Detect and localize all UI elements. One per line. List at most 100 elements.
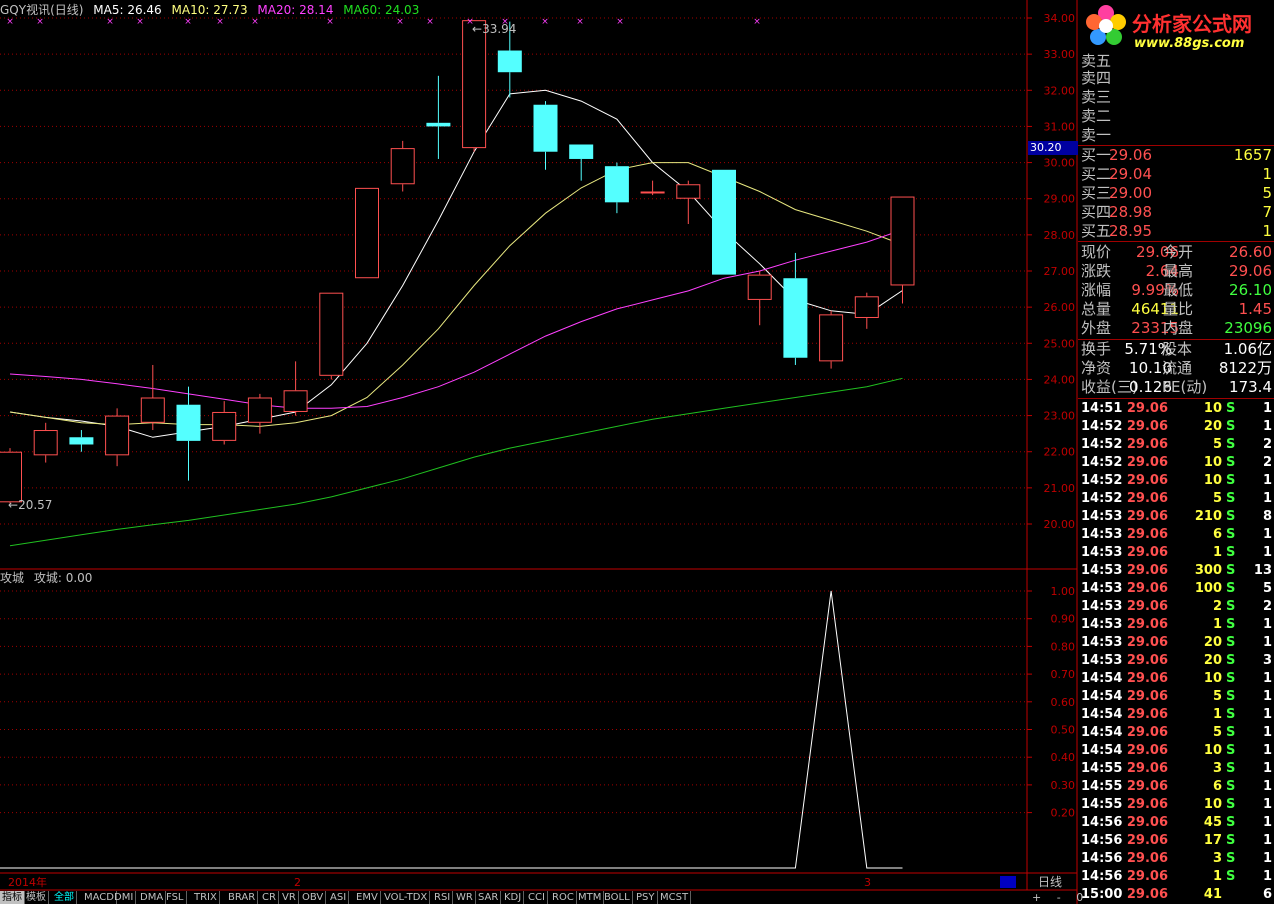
tick-row: 14:53 29.06 20 S 3 (1078, 652, 1274, 670)
candle (355, 187, 379, 279)
tick-count: 1 (1262, 545, 1272, 560)
candle (283, 361, 308, 416)
tab-指标[interactable]: 指标 (0, 891, 25, 904)
candle (33, 422, 58, 463)
tab-kdj[interactable]: KDJ (502, 891, 525, 904)
tick-price: 29.06 (1126, 833, 1168, 848)
tick-time: 14:56 (1081, 851, 1123, 866)
tick-flag: S (1226, 761, 1236, 776)
zoom-in-button[interactable]: + (1032, 891, 1041, 904)
tick-count: 1 (1262, 815, 1272, 830)
tick-volume: 3 (1212, 761, 1222, 776)
tick-flag: S (1226, 851, 1236, 866)
zoom-reset-button[interactable]: 0 (1076, 891, 1083, 904)
stat-row: 外盘 23315 内盘 23096 (1078, 319, 1274, 338)
tick-volume: 5 (1212, 725, 1222, 740)
signal-marker: × (753, 17, 761, 27)
candle-body (140, 397, 165, 423)
fundamental-label: 净资 (1081, 359, 1112, 377)
tick-volume: 41 (1203, 887, 1222, 902)
tick-row: 14:53 29.06 300 S 13 (1078, 562, 1274, 580)
buy-row: 买五 28.95 1 (1078, 222, 1274, 241)
candle-body (854, 296, 879, 318)
tab-asi[interactable]: ASI (328, 891, 350, 904)
tick-row: 14:56 29.06 3 S 1 (1078, 850, 1274, 868)
tab-mtm[interactable]: MTM (576, 891, 605, 904)
tab-rsi[interactable]: RSI (432, 891, 454, 904)
tick-time: 14:53 (1081, 527, 1123, 542)
tick-row: 14:55 29.06 10 S 1 (1078, 796, 1274, 814)
tick-row: 15:00 29.06 41 6 (1078, 886, 1274, 904)
tab-sar[interactable]: SAR (476, 891, 502, 904)
tick-count: 1 (1262, 797, 1272, 812)
stock-title: GQY视讯(日线) (0, 3, 84, 17)
stat-label: 外盘 (1081, 319, 1112, 337)
tick-volume: 1 (1212, 707, 1222, 722)
tab-mcst[interactable]: MCST (658, 891, 692, 904)
scroll-marker[interactable] (1000, 876, 1016, 888)
candle-body (783, 278, 808, 358)
tab-模板[interactable]: 模板 (24, 891, 49, 904)
candle-body (212, 411, 237, 441)
buy-row: 买一 29.06 1657 (1078, 146, 1274, 165)
tab-obv[interactable]: OBV (300, 891, 327, 904)
tab-psy[interactable]: PSY (634, 891, 658, 904)
fundamental-label: PE(动) (1162, 378, 1208, 396)
buy-volume: 1 (1262, 222, 1272, 240)
tick-volume: 5 (1212, 437, 1222, 452)
x-label-feb: 2 (294, 876, 301, 889)
indicator-tick-label: 0.50 (1051, 724, 1076, 737)
tab-dma[interactable]: DMA (138, 891, 167, 904)
tab-fsl[interactable]: FSL (164, 891, 187, 904)
fundamental-label: 流通 (1162, 359, 1193, 377)
tick-count: 6 (1262, 887, 1272, 902)
tick-volume: 300 (1194, 563, 1222, 578)
fundamental-label: 股本 (1162, 340, 1193, 358)
tick-price: 29.06 (1126, 473, 1168, 488)
timeframe-label[interactable]: 日线 (1038, 875, 1062, 889)
tick-count: 1 (1262, 617, 1272, 632)
signal-marker: × (396, 17, 404, 27)
tick-row: 14:52 29.06 5 S 1 (1078, 490, 1274, 508)
y-tick-label: 29.00 (1044, 193, 1076, 206)
tab-vr[interactable]: VR (280, 891, 299, 904)
tab-cr[interactable]: CR (260, 891, 279, 904)
panel-divider (1078, 398, 1274, 399)
tick-price: 29.06 (1126, 437, 1168, 452)
tab-vol-tdx[interactable]: VOL-TDX (382, 891, 431, 904)
high-annotation: ←33.94 (472, 22, 517, 36)
tick-volume: 17 (1203, 833, 1222, 848)
tab-roc[interactable]: ROC (550, 891, 577, 904)
tab-trix[interactable]: TRIX (192, 891, 220, 904)
tick-row: 14:53 29.06 210 S 8 (1078, 508, 1274, 526)
ma-line-ma20 (9, 229, 903, 409)
tick-time: 14:53 (1081, 653, 1123, 668)
fundamental-label: 换手 (1081, 340, 1112, 358)
tab-cci[interactable]: CCI (526, 891, 548, 904)
tick-volume: 20 (1203, 635, 1222, 650)
tick-price: 29.06 (1126, 671, 1168, 686)
tick-volume: 2 (1212, 599, 1222, 614)
zoom-out-button[interactable]: - (1057, 891, 1061, 904)
sell1-row: 卖一 (1081, 126, 1112, 144)
fundamental-row: 收益(三) 0.126 PE(动) 173.4 (1078, 378, 1274, 397)
tick-time: 14:53 (1081, 617, 1123, 632)
tick-count: 1 (1262, 491, 1272, 506)
signal-marker: × (541, 17, 549, 27)
buy-volume: 7 (1262, 203, 1272, 221)
y-tick-label: 21.00 (1044, 482, 1076, 495)
candle-body (890, 196, 915, 286)
candle-body (426, 122, 451, 127)
tab-emv[interactable]: EMV (354, 891, 381, 904)
tick-count: 2 (1262, 599, 1272, 614)
tab-dmi[interactable]: DMI (112, 891, 137, 904)
buy-price: 29.06 (1109, 146, 1152, 164)
tick-price: 29.06 (1126, 815, 1168, 830)
tab-boll[interactable]: BOLL (602, 891, 633, 904)
tick-volume: 10 (1203, 473, 1222, 488)
tick-volume: 1 (1212, 545, 1222, 560)
tab-brar[interactable]: BRAR (226, 891, 259, 904)
tab-全部[interactable]: 全部 (52, 891, 77, 904)
tab-wr[interactable]: WR (454, 891, 476, 904)
buy-label: 买三 (1081, 184, 1112, 202)
